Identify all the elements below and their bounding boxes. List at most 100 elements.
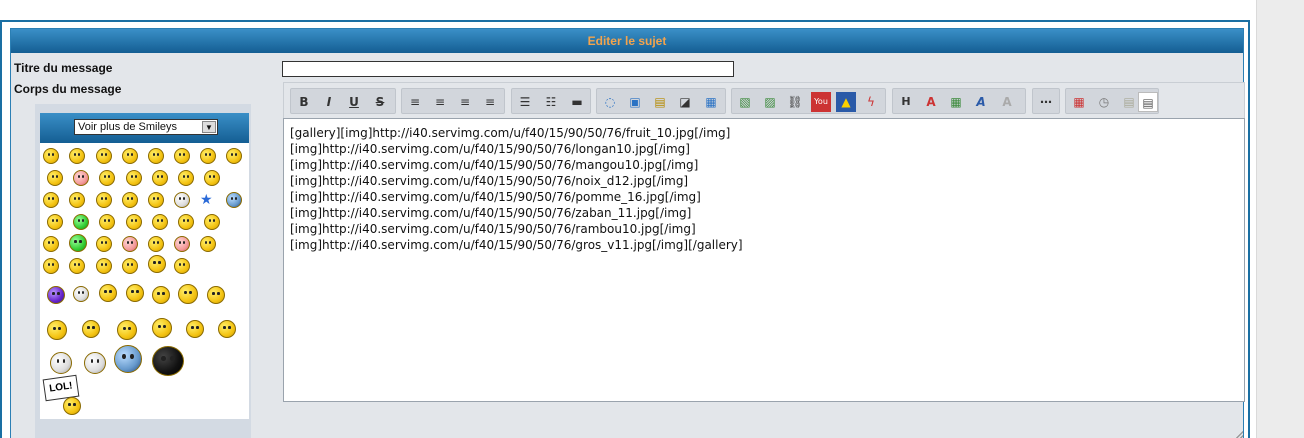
- sun-icon[interactable]: [174, 236, 190, 252]
- shocked-icon[interactable]: [148, 148, 164, 164]
- lol-icon[interactable]: [47, 170, 63, 186]
- italic-button[interactable]: I: [319, 92, 339, 112]
- angry-icon[interactable]: [73, 170, 89, 186]
- jester-icon[interactable]: [96, 236, 112, 252]
- lol-sign-icon[interactable]: [152, 286, 170, 304]
- grin-icon[interactable]: [69, 148, 85, 164]
- purple-icon[interactable]: [148, 236, 164, 252]
- title-input[interactable]: [282, 61, 734, 77]
- afro-icon[interactable]: [126, 284, 144, 302]
- bullet-list-icon[interactable]: ☰: [515, 92, 535, 112]
- quote-icon[interactable]: ◌: [600, 92, 620, 112]
- sleepy-icon[interactable]: [226, 192, 242, 208]
- resize-handle-icon[interactable]: [1235, 431, 1243, 438]
- star-icon[interactable]: ★: [200, 192, 214, 206]
- santa-icon[interactable]: [200, 236, 216, 252]
- pharaoh-icon[interactable]: [69, 258, 85, 274]
- lion-icon[interactable]: [122, 258, 138, 274]
- monster-icon[interactable]: [204, 214, 220, 230]
- pig-icon[interactable]: [69, 234, 87, 252]
- align-center-icon[interactable]: ≡: [430, 92, 450, 112]
- font-face-icon[interactable]: A: [971, 92, 991, 112]
- dance-icon[interactable]: [178, 284, 198, 304]
- dailymotion-icon[interactable]: ▲: [836, 92, 856, 112]
- love-icon[interactable]: [47, 214, 63, 230]
- elephant-2-icon[interactable]: [84, 352, 106, 374]
- reindeer-icon[interactable]: [43, 258, 59, 274]
- lol-sign-smiley-icon[interactable]: [63, 397, 81, 415]
- link-icon[interactable]: ⛓: [785, 92, 805, 112]
- elephant-icon[interactable]: [73, 286, 89, 302]
- sunny-icon[interactable]: [178, 214, 194, 230]
- underline-button[interactable]: U: [344, 92, 364, 112]
- hat-icon[interactable]: [186, 320, 204, 338]
- happy-2-icon[interactable]: [207, 286, 225, 304]
- green-icon[interactable]: [73, 214, 89, 230]
- youtube-icon[interactable]: You: [811, 92, 831, 112]
- wink-icon[interactable]: [96, 148, 112, 164]
- laugh-icon[interactable]: [200, 148, 216, 164]
- image-icon[interactable]: ▧: [735, 92, 755, 112]
- spiral-icon[interactable]: [99, 214, 115, 230]
- idea-icon[interactable]: [96, 192, 112, 208]
- host-image-icon[interactable]: ▨: [760, 92, 780, 112]
- numbered-list-icon[interactable]: ☷: [541, 92, 561, 112]
- embarrassed-icon[interactable]: [126, 170, 142, 186]
- more-options-icon[interactable]: ⋯: [1036, 92, 1056, 112]
- wink2-icon[interactable]: [152, 214, 168, 230]
- yellow-ball-icon[interactable]: [43, 192, 59, 208]
- message-body-textarea[interactable]: [gallery][img]http://i40.servimg.com/u/f…: [283, 118, 1245, 402]
- color-palette-icon[interactable]: ▦: [946, 92, 966, 112]
- confused-icon[interactable]: [99, 170, 115, 186]
- more-smileys-select[interactable]: Voir plus de Smileys ▼: [74, 119, 218, 135]
- smile-icon[interactable]: [43, 148, 59, 164]
- yellow-ball-2-icon[interactable]: [69, 192, 85, 208]
- angel-icon[interactable]: [174, 258, 190, 274]
- warrior-icon[interactable]: [82, 320, 100, 338]
- tongue-icon[interactable]: [226, 148, 242, 164]
- font-size-icon[interactable]: A: [921, 92, 941, 112]
- bold-button[interactable]: B: [294, 92, 314, 112]
- happy-icon[interactable]: [126, 214, 142, 230]
- sad-icon[interactable]: [122, 148, 138, 164]
- spoiler-icon[interactable]: ▤: [650, 92, 670, 112]
- gasp-icon[interactable]: [96, 258, 112, 274]
- evil-icon[interactable]: [152, 170, 168, 186]
- rolleyes-icon[interactable]: [204, 170, 220, 186]
- chevron-down-icon[interactable]: ▼: [202, 121, 216, 133]
- neutral-icon[interactable]: [178, 170, 194, 186]
- more-smileys-select-label: Voir plus de Smileys: [78, 121, 178, 133]
- code-icon[interactable]: ▣: [625, 92, 645, 112]
- source-mode-icon[interactable]: ▤: [1138, 92, 1158, 112]
- date-icon[interactable]: ▦: [1069, 92, 1089, 112]
- remove-format-icon[interactable]: A: [997, 92, 1017, 112]
- bunny-icon[interactable]: [43, 236, 59, 252]
- sleep-icon[interactable]: [122, 236, 138, 252]
- flower-icon[interactable]: [99, 284, 117, 302]
- align-justify-icon[interactable]: ≡: [480, 92, 500, 112]
- reading-icon[interactable]: [50, 352, 72, 374]
- thumbs-icon[interactable]: [218, 320, 236, 338]
- silent-icon[interactable]: [148, 192, 164, 208]
- clown-icon[interactable]: [152, 318, 172, 338]
- time-icon[interactable]: ◷: [1094, 92, 1114, 112]
- strike-button[interactable]: S: [370, 92, 390, 112]
- toolbar-group-misc: ▦ ◷ ▤ ▤: [1065, 88, 1159, 114]
- alien-icon[interactable]: [174, 192, 190, 208]
- pac-icon[interactable]: [122, 192, 138, 208]
- table-icon[interactable]: ▦: [701, 92, 721, 112]
- blue-flower-icon[interactable]: [114, 345, 142, 373]
- horizontal-rule-icon[interactable]: ▬: [567, 92, 587, 112]
- afro-big-icon[interactable]: [152, 346, 184, 376]
- cool-icon[interactable]: [174, 148, 190, 164]
- sphinx-icon[interactable]: [47, 320, 67, 340]
- king-icon[interactable]: [148, 255, 166, 273]
- book-icon[interactable]: [47, 286, 65, 304]
- hide-icon[interactable]: ◪: [675, 92, 695, 112]
- align-right-icon[interactable]: ≡: [455, 92, 475, 112]
- tiger-icon[interactable]: [117, 320, 137, 340]
- heading-button[interactable]: H: [896, 92, 916, 112]
- flash-icon[interactable]: ϟ: [861, 92, 881, 112]
- paste-icon[interactable]: ▤: [1119, 92, 1139, 112]
- align-left-icon[interactable]: ≡: [405, 92, 425, 112]
